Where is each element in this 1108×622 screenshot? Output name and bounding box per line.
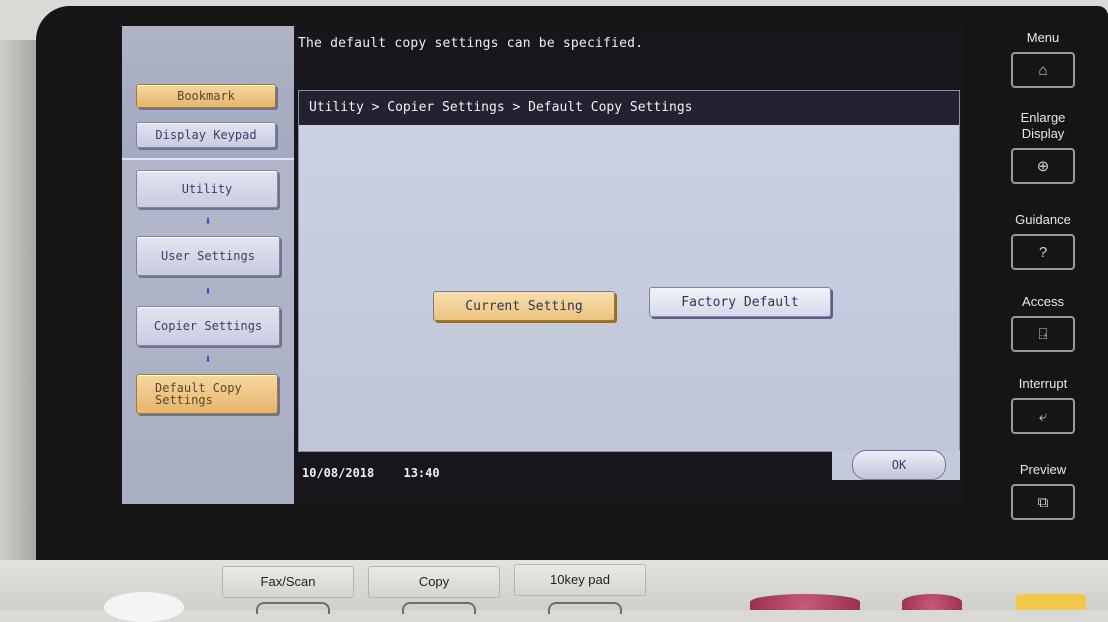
down-arrow-icon: ⬇ (204, 284, 212, 298)
down-arrow-icon: ⬇ (204, 352, 212, 366)
down-arrow-icon: ⬇ (204, 214, 212, 228)
start-button[interactable] (750, 594, 860, 610)
menu-key-label: Menu (1026, 30, 1060, 45)
enlarge-display-key-label: Enlarge Display (1020, 110, 1066, 141)
tenkey-tab[interactable]: 10key pad (514, 564, 646, 596)
menu-key-group: Menu ⌂ (994, 30, 1092, 88)
status-datetime: 10/08/2018 13:40 (302, 466, 462, 480)
guidance-key-group: Guidance ? (994, 212, 1092, 270)
page-message: The default copy settings can be specifi… (298, 36, 644, 51)
date-text: 10/08/2018 (302, 466, 375, 480)
factory-default-button[interactable]: Factory Default (649, 287, 831, 317)
touch-screen: Bookmark Display Keypad Utility ⬇ User S… (122, 26, 964, 504)
magnify-plus-icon[interactable]: ⊕ (1011, 148, 1075, 184)
path-item-utility[interactable]: Utility (136, 170, 278, 208)
tenkey-key[interactable] (548, 602, 622, 614)
settings-panel: Utility > Copier Settings > Default Copy… (298, 90, 960, 452)
sidebar: Bookmark Display Keypad Utility ⬇ User S… (122, 26, 294, 504)
copy-tab[interactable]: Copy (368, 566, 500, 598)
options-area: Current Setting Factory Default (299, 125, 959, 451)
fax-scan-key[interactable] (256, 602, 330, 614)
interrupt-key-label: Interrupt (1018, 376, 1068, 391)
copy-key[interactable] (402, 602, 476, 614)
stop-button[interactable] (902, 594, 962, 610)
access-key-label: Access (1022, 294, 1064, 309)
display-keypad-button[interactable]: Display Keypad (136, 122, 276, 148)
deck-knob (104, 592, 184, 622)
preview-icon[interactable]: ⧉ (1011, 484, 1075, 520)
ok-button[interactable]: OK (852, 450, 946, 480)
home-icon[interactable]: ⌂ (1011, 52, 1075, 88)
path-item-default-copy-settings[interactable]: Default Copy Settings (136, 374, 278, 414)
deck-yellow-key[interactable] (1016, 594, 1086, 610)
interrupt-key-group: Interrupt ⤶ (994, 376, 1092, 434)
breadcrumb: Utility > Copier Settings > Default Copy… (299, 91, 959, 125)
preview-key-group: Preview ⧉ (994, 462, 1092, 520)
time-text: 13:40 (403, 466, 440, 480)
access-key-group: Access ⍈ (994, 294, 1092, 352)
guidance-key-label: Guidance (1015, 212, 1071, 227)
path-item-copier-settings[interactable]: Copier Settings (136, 306, 280, 346)
question-icon[interactable]: ? (1011, 234, 1075, 270)
current-setting-button[interactable]: Current Setting (433, 291, 615, 321)
fax-scan-tab[interactable]: Fax/Scan (222, 566, 354, 598)
preview-key-label: Preview (1019, 462, 1067, 477)
enlarge-display-key-group: Enlarge Display ⊕ (994, 110, 1092, 184)
path-item-user-settings[interactable]: User Settings (136, 236, 280, 276)
access-icon[interactable]: ⍈ (1011, 316, 1075, 352)
interrupt-icon[interactable]: ⤶ (1011, 398, 1075, 434)
bookmark-button[interactable]: Bookmark (136, 84, 276, 108)
